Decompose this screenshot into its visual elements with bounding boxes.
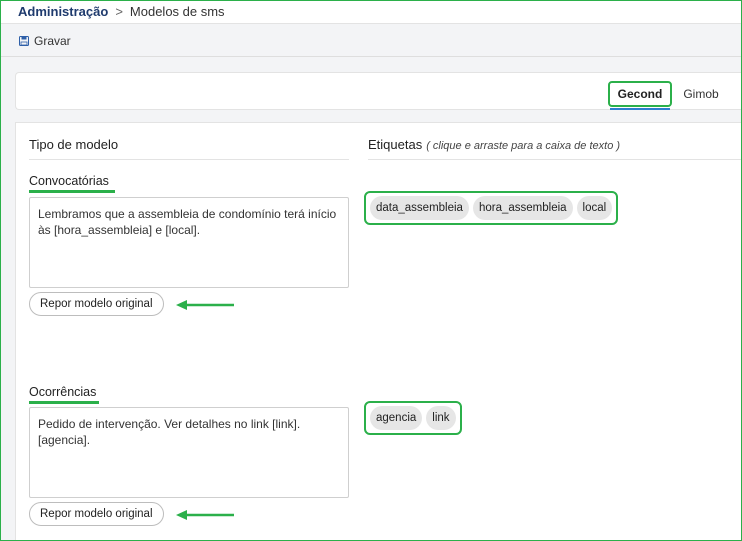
template-type-heading: Tipo de modelo — [29, 137, 119, 152]
reset-ocorrencias-button[interactable]: Repor modelo original — [29, 502, 164, 526]
tab-gimob[interactable]: Gimob — [676, 81, 726, 107]
breadcrumb-separator: > — [115, 4, 123, 19]
divider — [29, 159, 349, 160]
breadcrumb: Administração > Modelos de sms — [0, 0, 742, 24]
tags-heading: Etiquetas( clique e arraste para a caixa… — [368, 137, 620, 152]
tag-agencia[interactable]: agencia — [370, 406, 423, 430]
section-title-underline — [29, 190, 115, 193]
tag-hora-assembleia[interactable]: hora_assembleia — [472, 196, 573, 220]
save-icon — [19, 35, 29, 46]
toolbar: Gravar — [0, 25, 742, 57]
tag-local[interactable]: local — [576, 196, 613, 220]
tag-link[interactable]: link — [426, 406, 456, 430]
ocorrencias-tag-group: agencia link — [364, 401, 462, 435]
tags-heading-hint: ( clique e arraste para a caixa de texto… — [426, 140, 621, 152]
section-title-convocatorias: Convocatórias — [29, 174, 115, 193]
tab-gecond[interactable]: Gecond — [608, 81, 672, 110]
arrow-left-icon — [176, 510, 234, 520]
convocatorias-textarea[interactable]: Lembramos que a assembleia de condomínio… — [29, 197, 349, 288]
breadcrumb-current: Modelos de sms — [129, 4, 225, 19]
section-title-label: Ocorrências — [29, 385, 97, 399]
templates-panel: Tipo de modelo Etiquetas( clique e arras… — [15, 122, 742, 541]
tabs-bar: Gecond Gimob — [15, 72, 742, 110]
section-title-label: Convocatórias — [29, 174, 109, 188]
arrow-left-icon — [176, 300, 234, 310]
tag-data-assembleia[interactable]: data_assembleia — [370, 196, 469, 220]
ocorrencias-textarea[interactable]: Pedido de intervenção. Ver detalhes no l… — [29, 407, 349, 498]
breadcrumb-root[interactable]: Administração — [18, 4, 108, 19]
convocatorias-tag-group: data_assembleia hora_assembleia local — [364, 191, 619, 225]
tags-heading-title: Etiquetas — [368, 137, 423, 152]
reset-convocatorias-button[interactable]: Repor modelo original — [29, 292, 164, 316]
save-button[interactable]: Gravar — [19, 34, 71, 48]
divider — [368, 159, 742, 160]
section-title-underline — [29, 401, 99, 404]
save-label: Gravar — [34, 33, 71, 48]
section-title-ocorrencias: Ocorrências — [29, 385, 99, 404]
